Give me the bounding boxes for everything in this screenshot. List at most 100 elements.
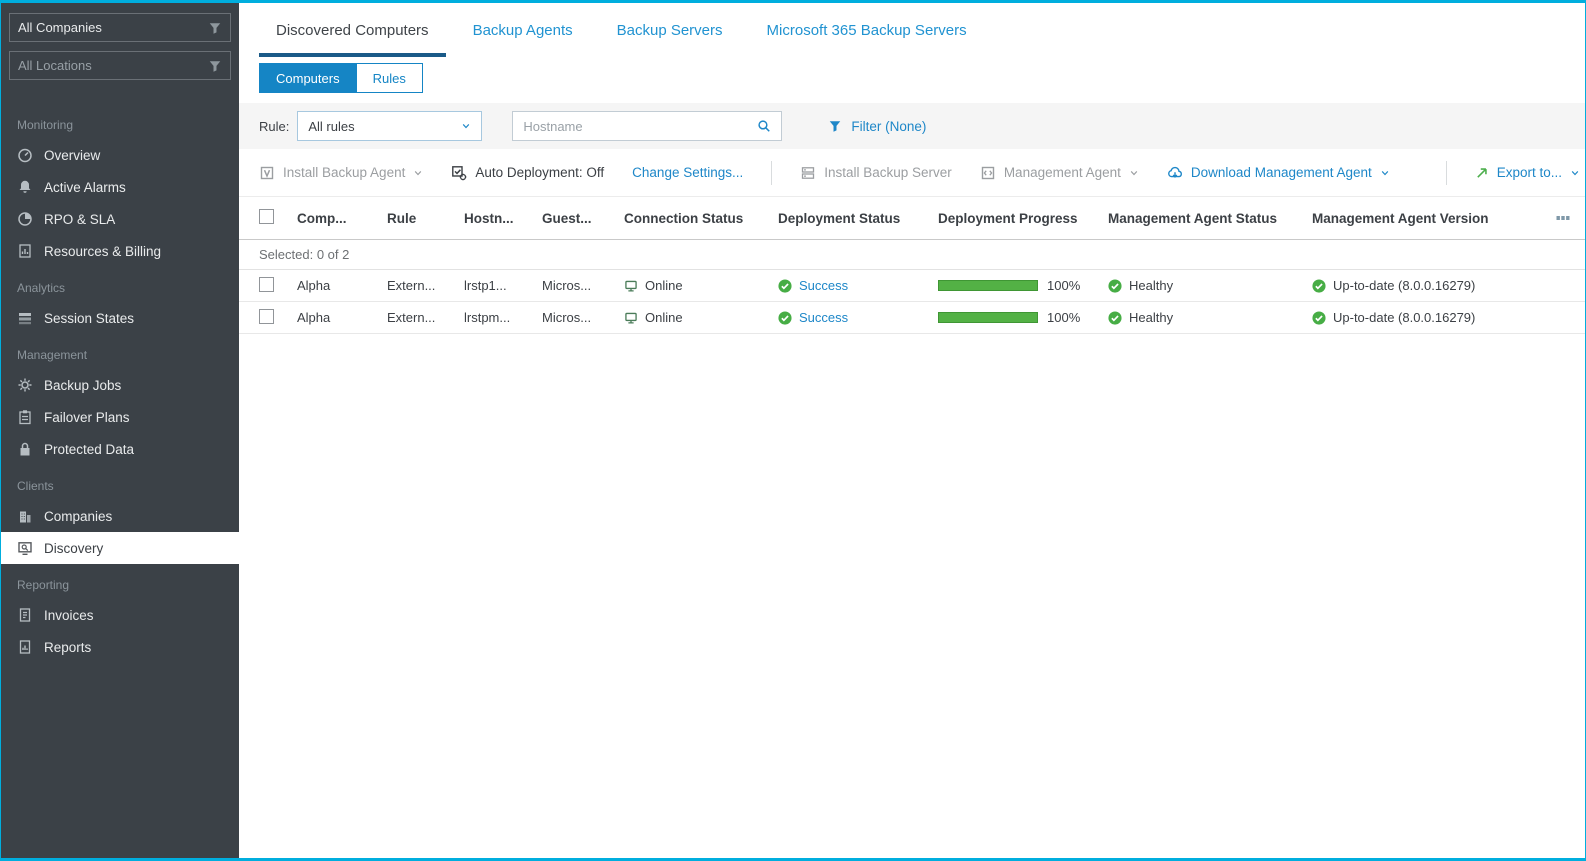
filter-none-button[interactable]: Filter (None) xyxy=(828,119,926,134)
sidebar-item-label: Failover Plans xyxy=(44,410,130,425)
column-header-management-agent-version[interactable]: Management Agent Version xyxy=(1312,211,1545,226)
connection-status-text: Online xyxy=(645,278,683,293)
tab-backup-servers[interactable]: Backup Servers xyxy=(600,3,740,57)
change-settings-label: Change Settings... xyxy=(632,165,743,180)
export-to-button[interactable]: Export to... xyxy=(1475,165,1580,180)
auto-deployment-label: Auto Deployment: Off xyxy=(475,165,604,180)
column-options-icon[interactable] xyxy=(1555,210,1571,226)
layers-icon xyxy=(17,310,33,326)
cell-deployment-progress: 100% xyxy=(938,278,1108,293)
install-backup-agent-label: Install Backup Agent xyxy=(283,165,405,180)
sidebar-item-backup-jobs[interactable]: Backup Jobs xyxy=(1,369,239,401)
sidebar-item-resources-billing[interactable]: Resources & Billing xyxy=(1,235,239,267)
top-tabs: Discovered Computers Backup Agents Backu… xyxy=(239,3,1585,57)
column-header-connection-status[interactable]: Connection Status xyxy=(624,211,778,226)
table-row[interactable]: Alpha Extern... lrstp1... Micros... Onli… xyxy=(239,270,1585,302)
column-header-rule[interactable]: Rule xyxy=(387,211,464,226)
sidebar-item-reports[interactable]: Reports xyxy=(1,631,239,663)
bell-icon xyxy=(17,179,33,195)
deployment-status-link[interactable]: Success xyxy=(799,278,848,293)
sidebar-item-label: Reports xyxy=(44,640,91,655)
company-filter-value: All Companies xyxy=(18,20,102,35)
subtab-rules[interactable]: Rules xyxy=(357,63,423,93)
sidebar-item-label: Protected Data xyxy=(44,442,134,457)
column-header-management-agent-status[interactable]: Management Agent Status xyxy=(1108,211,1312,226)
clipboard-icon xyxy=(17,409,33,425)
tab-backup-agents[interactable]: Backup Agents xyxy=(456,3,590,57)
cell-hostname: lrstpm... xyxy=(464,310,542,325)
install-backup-agent-button[interactable]: Install Backup Agent xyxy=(259,165,423,181)
table-header: Comp... Rule Hostn... Guest... Connectio… xyxy=(239,196,1585,240)
sidebar-item-label: Resources & Billing xyxy=(44,244,161,259)
chevron-down-icon xyxy=(1129,168,1139,178)
column-header-hostname[interactable]: Hostn... xyxy=(464,211,542,226)
sidebar-item-companies[interactable]: Companies xyxy=(1,500,239,532)
auto-deployment-icon xyxy=(451,165,467,181)
nav-section-analytics: Analytics xyxy=(1,267,239,302)
agent-status-text: Healthy xyxy=(1129,278,1173,293)
sidebar-item-discovery[interactable]: Discovery xyxy=(1,532,239,564)
sidebar-item-label: Companies xyxy=(44,509,112,524)
filter-funnel-icon xyxy=(828,119,842,133)
column-header-deployment-status[interactable]: Deployment Status xyxy=(778,211,938,226)
agent-version-text: Up-to-date (8.0.0.16279) xyxy=(1333,278,1475,293)
gear-icon xyxy=(17,377,33,393)
sidebar-item-protected-data[interactable]: Protected Data xyxy=(1,433,239,465)
cell-agent-status: Healthy xyxy=(1108,310,1312,325)
cell-agent-status: Healthy xyxy=(1108,278,1312,293)
search-icon[interactable] xyxy=(757,119,771,133)
sidebar-item-active-alarms[interactable]: Active Alarms xyxy=(1,171,239,203)
sidebar-item-label: Discovery xyxy=(44,541,103,556)
deployment-status-link[interactable]: Success xyxy=(799,310,848,325)
sidebar-item-rpo-sla[interactable]: RPO & SLA xyxy=(1,203,239,235)
success-check-icon xyxy=(778,311,792,325)
row-checkbox[interactable] xyxy=(259,277,274,292)
nav-section-clients: Clients xyxy=(1,465,239,500)
tab-microsoft-365-backup-servers[interactable]: Microsoft 365 Backup Servers xyxy=(750,3,984,57)
gauge-icon xyxy=(17,147,33,163)
up-to-date-check-icon xyxy=(1312,311,1326,325)
location-filter-value: All Locations xyxy=(18,58,92,73)
install-backup-server-button[interactable]: Install Backup Server xyxy=(800,165,952,181)
progress-percent: 100% xyxy=(1047,310,1080,325)
toolbar: Install Backup Agent Auto Deployment: Of… xyxy=(239,149,1585,196)
cell-deployment-progress: 100% xyxy=(938,310,1108,325)
chevron-down-icon xyxy=(413,168,423,178)
connection-status-text: Online xyxy=(645,310,683,325)
company-filter-dropdown[interactable]: All Companies xyxy=(9,13,231,42)
column-header-deployment-progress[interactable]: Deployment Progress xyxy=(938,211,1108,226)
sidebar-item-failover-plans[interactable]: Failover Plans xyxy=(1,401,239,433)
column-header-guest-os[interactable]: Guest... xyxy=(542,211,624,226)
column-header-company[interactable]: Comp... xyxy=(297,211,387,226)
hostname-search-input[interactable] xyxy=(523,119,749,134)
cell-guest-os: Micros... xyxy=(542,278,624,293)
cell-deployment-status: Success xyxy=(778,310,938,325)
tab-discovered-computers[interactable]: Discovered Computers xyxy=(259,3,446,57)
hostname-search xyxy=(512,111,782,141)
progress-bar xyxy=(938,312,1038,323)
cell-guest-os: Micros... xyxy=(542,310,624,325)
row-checkbox[interactable] xyxy=(259,309,274,324)
sidebar-item-session-states[interactable]: Session States xyxy=(1,302,239,334)
select-all-checkbox[interactable] xyxy=(259,209,274,224)
success-check-icon xyxy=(778,279,792,293)
sidebar-item-invoices[interactable]: Invoices xyxy=(1,599,239,631)
auto-deployment-toggle[interactable]: Auto Deployment: Off xyxy=(451,165,604,181)
location-filter-dropdown[interactable]: All Locations xyxy=(9,51,231,80)
filter-bar: Rule: All rules Filter (None) xyxy=(239,103,1585,149)
management-agent-button[interactable]: Management Agent xyxy=(980,165,1139,181)
sidebar-item-label: Invoices xyxy=(44,608,94,623)
server-icon xyxy=(800,165,816,181)
change-settings-button[interactable]: Change Settings... xyxy=(632,165,743,180)
table-row[interactable]: Alpha Extern... lrstpm... Micros... Onli… xyxy=(239,302,1585,334)
management-agent-label: Management Agent xyxy=(1004,165,1121,180)
sidebar: All Companies All Locations Monitoring O… xyxy=(1,3,239,858)
subtab-computers[interactable]: Computers xyxy=(259,63,357,93)
billing-chart-icon xyxy=(17,243,33,259)
cloud-download-icon xyxy=(1167,165,1183,181)
rule-select[interactable]: All rules xyxy=(297,111,482,141)
toolbar-separator xyxy=(771,161,772,185)
install-backup-server-label: Install Backup Server xyxy=(824,165,952,180)
download-management-agent-button[interactable]: Download Management Agent xyxy=(1167,165,1390,181)
sidebar-item-overview[interactable]: Overview xyxy=(1,139,239,171)
